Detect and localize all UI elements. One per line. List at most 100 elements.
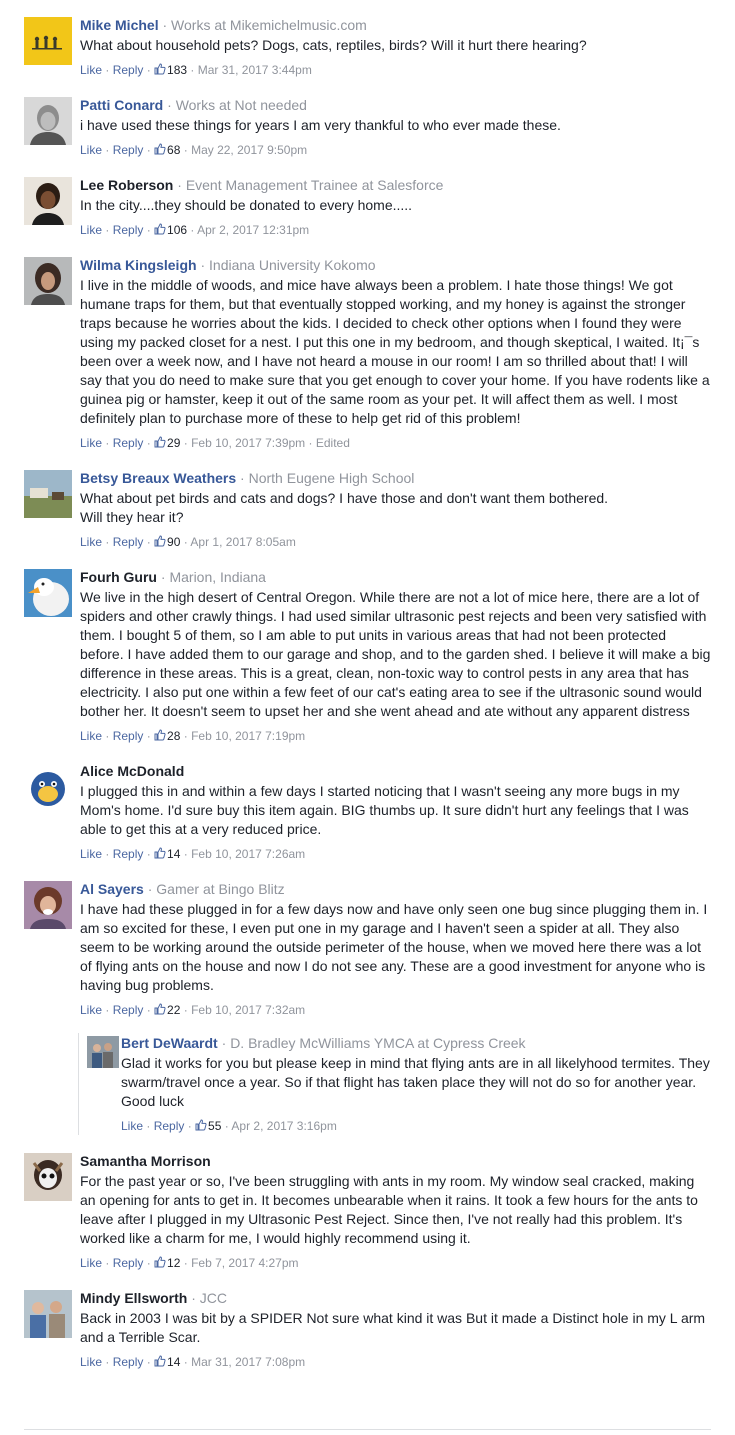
like-link[interactable]: Like — [80, 1355, 102, 1369]
timestamp[interactable]: Apr 2, 2017 3:16pm — [231, 1119, 336, 1133]
like-link[interactable]: Like — [80, 729, 102, 743]
like-link[interactable]: Like — [80, 1003, 102, 1017]
author-affiliation[interactable]: North Eugene High School — [249, 470, 415, 486]
timestamp[interactable]: Mar 31, 2017 3:44pm — [198, 63, 312, 77]
like-count[interactable]: 183 — [167, 63, 187, 77]
author-affiliation[interactable]: Gamer at Bingo Blitz — [156, 881, 284, 897]
avatar[interactable] — [24, 470, 72, 518]
reply-link[interactable]: Reply — [113, 847, 144, 861]
like-link[interactable]: Like — [80, 223, 102, 237]
like-link[interactable]: Like — [80, 436, 102, 450]
like-count[interactable]: 68 — [167, 143, 180, 157]
author-affiliation[interactable]: JCC — [200, 1290, 227, 1306]
author-affiliation[interactable]: Works at Mikemichelmusic.com — [171, 17, 367, 33]
avatar[interactable] — [24, 1153, 72, 1201]
comment-text: We live in the high desert of Central Or… — [80, 589, 715, 719]
author-affiliation[interactable]: Marion, Indiana — [169, 569, 266, 585]
comment-author[interactable]: Bert DeWaardt — [121, 1035, 218, 1051]
comment-actions: Like · Reply · 55 · Apr 2, 2017 3:16pm — [121, 1119, 337, 1133]
comment-author[interactable]: Mike Michel — [80, 17, 159, 33]
reply-link[interactable]: Reply — [113, 436, 144, 450]
avatar[interactable] — [24, 257, 72, 305]
like-count[interactable]: 106 — [167, 223, 187, 237]
comment-actions: Like · Reply · 106 · Apr 2, 2017 12:31pm — [80, 223, 310, 237]
reply-link[interactable]: Reply — [113, 1256, 144, 1270]
like-count[interactable]: 14 — [167, 1355, 180, 1369]
timestamp[interactable]: Apr 1, 2017 8:05am — [190, 535, 295, 549]
author-affiliation[interactable]: Event Management Trainee at Salesforce — [186, 177, 444, 193]
reply-link[interactable]: Reply — [113, 143, 144, 157]
comment-author[interactable]: Alice McDonald — [80, 763, 184, 779]
comment-actions: Like · Reply · 183 · Mar 31, 2017 3:44pm — [80, 63, 312, 77]
reply-link[interactable]: Reply — [113, 223, 144, 237]
timestamp[interactable]: Feb 10, 2017 7:39pm — [191, 436, 305, 450]
avatar[interactable] — [87, 1036, 119, 1068]
comment-actions: Like · Reply · 14 · Mar 31, 2017 7:08pm — [80, 1355, 306, 1369]
like-link[interactable]: Like — [80, 63, 102, 77]
author-affiliation[interactable]: D. Bradley McWilliams YMCA at Cypress Cr… — [230, 1035, 525, 1051]
comment: Mindy Ellsworth · JCC Back in 2003 I was… — [24, 1288, 711, 1371]
author-affiliation[interactable]: Indiana University Kokomo — [209, 257, 376, 273]
thumbs-up-icon — [154, 63, 166, 75]
avatar[interactable] — [24, 17, 72, 65]
reply-link[interactable]: Reply — [154, 1119, 185, 1133]
like-count[interactable]: 22 — [167, 1003, 180, 1017]
avatar[interactable] — [24, 97, 72, 145]
timestamp[interactable]: Feb 10, 2017 7:26am — [191, 847, 305, 861]
comment-author[interactable]: Samantha Morrison — [80, 1153, 211, 1169]
timestamp[interactable]: Mar 31, 2017 7:08pm — [191, 1355, 305, 1369]
thumbs-up-icon — [154, 1256, 166, 1268]
comment-text: Glad it works for you but please keep in… — [121, 1055, 710, 1109]
reply-link[interactable]: Reply — [113, 1003, 144, 1017]
like-count[interactable]: 28 — [167, 729, 180, 743]
thumbs-up-icon — [154, 535, 166, 547]
comment-author[interactable]: Lee Roberson — [80, 177, 173, 193]
comment-text: I live in the middle of woods, and mice … — [80, 277, 714, 426]
timestamp[interactable]: May 22, 2017 9:50pm — [191, 143, 307, 157]
comment-author[interactable]: Fourh Guru — [80, 569, 157, 585]
avatar[interactable] — [24, 1290, 72, 1338]
avatar[interactable] — [24, 763, 72, 811]
comment: Al Sayers · Gamer at Bingo Blitz I have … — [24, 879, 711, 1019]
timestamp[interactable]: Apr 2, 2017 12:31pm — [197, 223, 309, 237]
reply-link[interactable]: Reply — [113, 1355, 144, 1369]
comment: Patti Conard · Works at Not needed i hav… — [24, 95, 711, 159]
avatar[interactable] — [24, 569, 72, 617]
timestamp[interactable]: Feb 10, 2017 7:32am — [191, 1003, 305, 1017]
reply-link[interactable]: Reply — [113, 535, 144, 549]
avatar[interactable] — [24, 881, 72, 929]
like-link[interactable]: Like — [80, 143, 102, 157]
timestamp[interactable]: Feb 7, 2017 4:27pm — [191, 1256, 298, 1270]
like-count[interactable]: 14 — [167, 847, 180, 861]
comment-author[interactable]: Wilma Kingsleigh — [80, 257, 197, 273]
comment: Lee Roberson · Event Management Trainee … — [24, 175, 711, 239]
thumbs-up-icon — [154, 1003, 166, 1015]
comment-author[interactable]: Mindy Ellsworth — [80, 1290, 187, 1306]
author-affiliation[interactable]: Works at Not needed — [176, 97, 307, 113]
comment-text: What about household pets? Dogs, cats, r… — [80, 37, 587, 53]
comment: Mike Michel · Works at Mikemichelmusic.c… — [24, 15, 711, 79]
like-link[interactable]: Like — [80, 535, 102, 549]
like-link[interactable]: Like — [80, 1256, 102, 1270]
timestamp[interactable]: Feb 10, 2017 7:19pm — [191, 729, 305, 743]
like-link[interactable]: Like — [80, 847, 102, 861]
comment-author[interactable]: Patti Conard — [80, 97, 163, 113]
comment-author[interactable]: Al Sayers — [80, 881, 144, 897]
like-count[interactable]: 55 — [208, 1119, 221, 1133]
reply-link[interactable]: Reply — [113, 729, 144, 743]
thumbs-up-icon — [195, 1119, 207, 1131]
comment-text: What about pet birds and cats and dogs? … — [80, 490, 609, 525]
comment: Samantha Morrison For the past year or s… — [24, 1151, 711, 1272]
comment-actions: Like · Reply · 28 · Feb 10, 2017 7:19pm — [80, 729, 306, 743]
comment-actions: Like · Reply · 12 · Feb 7, 2017 4:27pm — [80, 1256, 299, 1270]
like-count[interactable]: 12 — [167, 1256, 180, 1270]
comment: Fourh Guru · Marion, Indiana We live in … — [24, 567, 711, 745]
avatar[interactable] — [24, 177, 72, 225]
like-link[interactable]: Like — [121, 1119, 143, 1133]
comment-author[interactable]: Betsy Breaux Weathers — [80, 470, 236, 486]
like-count[interactable]: 29 — [167, 436, 180, 450]
like-count[interactable]: 90 — [167, 535, 180, 549]
comment-text: i have used these things for years I am … — [80, 117, 561, 133]
comment-text: Back in 2003 I was bit by a SPIDER Not s… — [80, 1310, 709, 1345]
reply-link[interactable]: Reply — [113, 63, 144, 77]
